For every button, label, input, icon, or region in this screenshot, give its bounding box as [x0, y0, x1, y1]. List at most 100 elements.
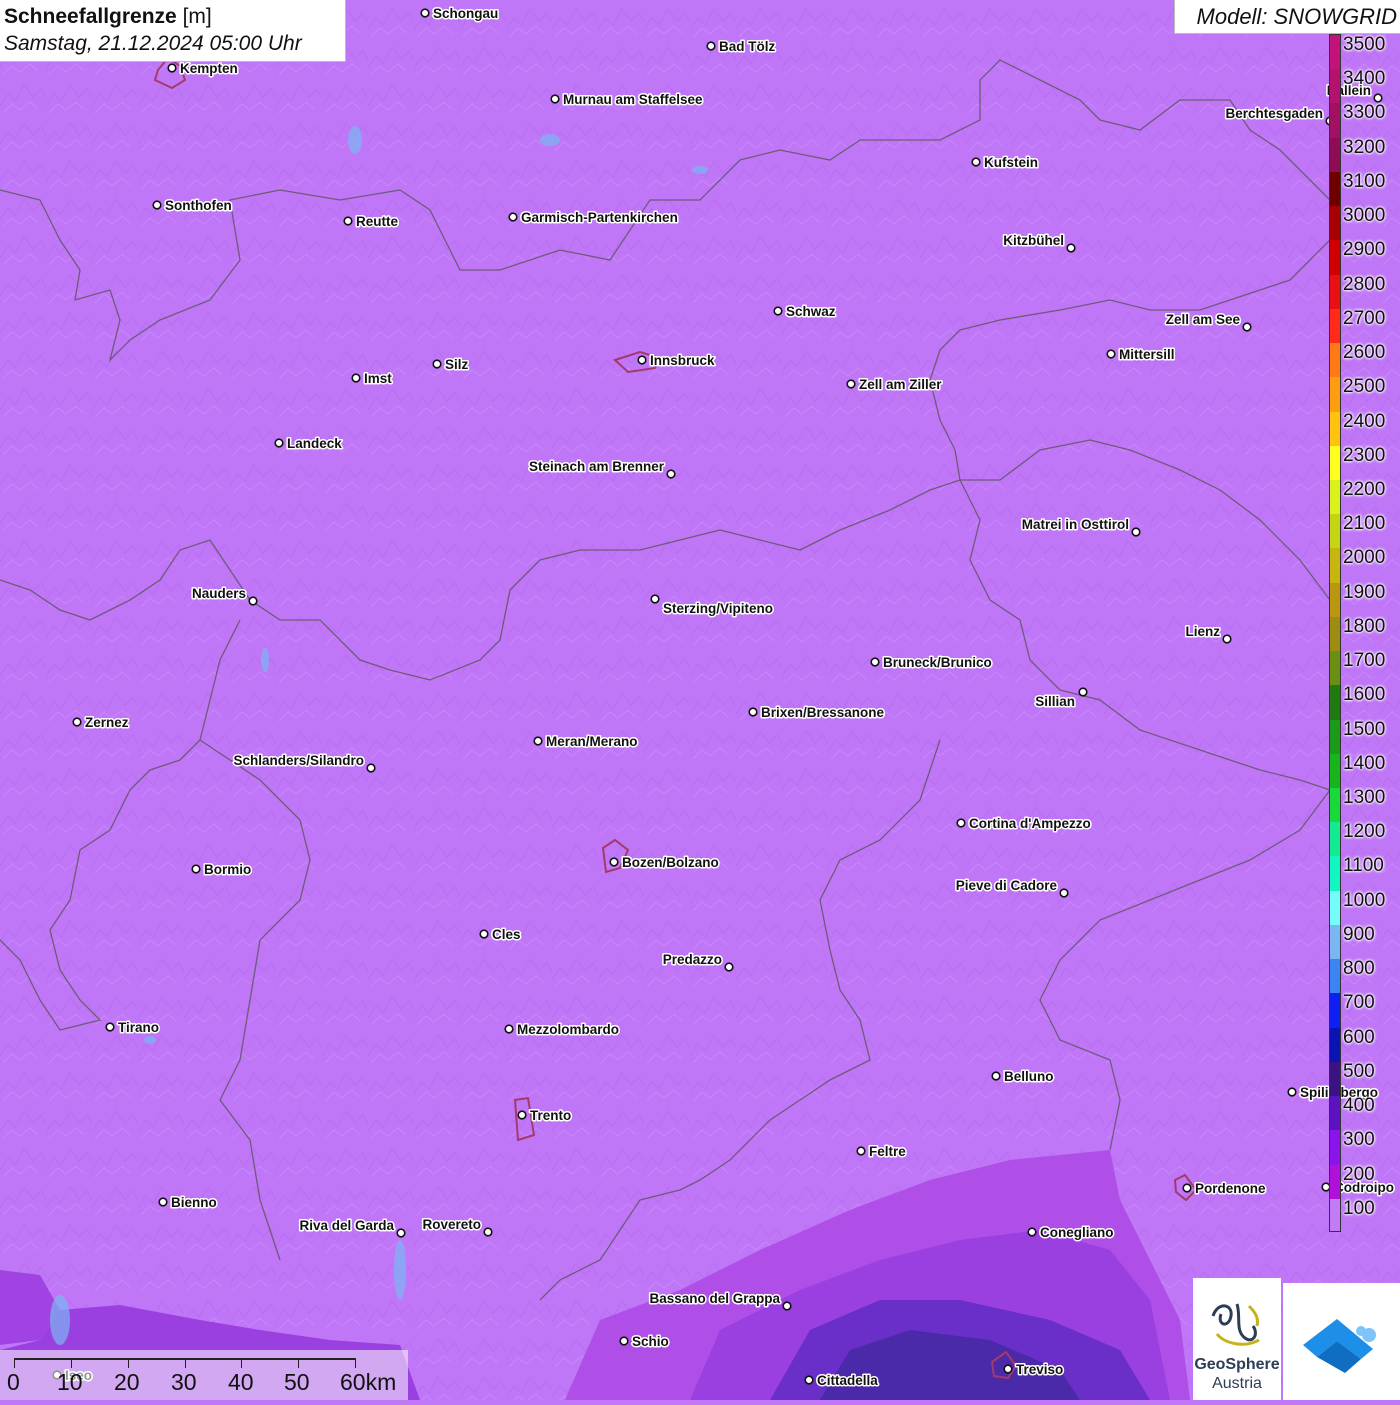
- scale-tick: [355, 1358, 356, 1368]
- scale-label: 30: [171, 1369, 197, 1395]
- legend-swatch: [1330, 1164, 1340, 1200]
- city-dot: [856, 1146, 866, 1156]
- city-dot: [504, 1024, 514, 1034]
- city-dot: [483, 1227, 493, 1237]
- city-label: Predazzo: [663, 952, 722, 967]
- model-label: Modell: SNOWGRID: [1174, 0, 1400, 34]
- scale-label: 10: [57, 1369, 83, 1395]
- city-label: Rovereto: [422, 1217, 481, 1232]
- geosphere-logo[interactable]: GeoSphere Austria: [1193, 1278, 1281, 1400]
- city-dot: [724, 962, 734, 972]
- city-label: Bruneck/Brunico: [883, 655, 992, 670]
- city-dot: [351, 373, 361, 383]
- city-marker[interactable]: Brixen/Bressanone: [748, 704, 886, 722]
- legend-swatch: [1330, 856, 1340, 892]
- city-label: Zernez: [85, 715, 129, 730]
- city-marker[interactable]: Innsbruck: [637, 352, 717, 370]
- city-marker[interactable]: Pordenone: [1182, 1180, 1267, 1198]
- legend-swatch: [1330, 719, 1340, 755]
- weather-app-logo[interactable]: [1283, 1283, 1400, 1400]
- city-marker[interactable]: Cortina d'Ampezzo: [956, 815, 1092, 833]
- city-label: Murnau am Staffelsee: [563, 92, 703, 107]
- city-dot: [609, 857, 619, 867]
- city-marker[interactable]: Zell am Ziller: [846, 376, 944, 394]
- legend-swatch: [1330, 445, 1340, 481]
- legend-swatch: [1330, 616, 1340, 652]
- legend-label: 800: [1343, 958, 1375, 980]
- legend-label: 1800: [1343, 615, 1386, 637]
- legend-label: 1600: [1343, 684, 1386, 706]
- legend-swatch: [1330, 206, 1340, 241]
- legend-swatch: [1330, 240, 1340, 276]
- city-dot: [1242, 322, 1252, 332]
- city-dot: [748, 707, 758, 717]
- city-label: Schlanders/Silandro: [233, 753, 364, 768]
- scale-tick: [241, 1358, 242, 1368]
- city-marker[interactable]: Mezzolombardo: [504, 1021, 621, 1039]
- legend-label: 2300: [1343, 444, 1386, 466]
- legend-label: 2200: [1343, 478, 1386, 500]
- city-dot: [1222, 634, 1232, 644]
- legend-swatch: [1330, 274, 1340, 310]
- city-dot: [1131, 527, 1141, 537]
- city-dot: [1059, 888, 1069, 898]
- city-dot: [248, 596, 258, 606]
- legend-label: 500: [1343, 1060, 1375, 1082]
- geosphere-emblem-icon: [1211, 1303, 1260, 1346]
- legend-label: 2000: [1343, 547, 1386, 569]
- city-marker[interactable]: Schongau: [420, 5, 500, 23]
- legend-swatch: [1330, 1096, 1340, 1131]
- legend-swatch: [1330, 103, 1340, 139]
- scale-label: 40: [228, 1369, 254, 1395]
- city-label: Silz: [445, 357, 469, 372]
- legend-swatch: [1330, 1130, 1340, 1166]
- city-label: Steinach am Brenner: [529, 459, 665, 474]
- city-marker[interactable]: Conegliano: [1027, 1224, 1115, 1242]
- city-label: Matrei in Osttirol: [1022, 517, 1129, 532]
- city-dot: [846, 379, 856, 389]
- map-canvas[interactable]: Schongau Bad Tölz Kempten Murnau am Staffel…: [0, 0, 1400, 1400]
- legend-label: 3200: [1343, 136, 1386, 158]
- city-label: Bienno: [171, 1195, 217, 1210]
- legend-label: 2700: [1343, 307, 1386, 329]
- legend-swatch: [1330, 343, 1340, 378]
- legend-label: 3300: [1343, 102, 1386, 124]
- city-marker[interactable]: Murnau am Staffelsee: [550, 91, 705, 109]
- city-label: Feltre: [869, 1144, 906, 1159]
- city-label: Mittersill: [1119, 347, 1175, 362]
- city-dot: [804, 1375, 814, 1385]
- city-label: Innsbruck: [650, 353, 715, 368]
- city-dot: [773, 306, 783, 316]
- city-dot: [343, 216, 353, 226]
- city-dot: [870, 657, 880, 667]
- city-label: Schongau: [433, 6, 498, 21]
- city-marker[interactable]: Meran/Merano: [533, 733, 639, 751]
- city-dot: [637, 355, 647, 365]
- city-dot: [105, 1022, 115, 1032]
- city-dot: [508, 212, 518, 222]
- legend-swatch: [1330, 753, 1340, 789]
- city-dot: [550, 94, 560, 104]
- city-dot: [396, 1228, 406, 1238]
- city-marker[interactable]: Sonthofen: [152, 197, 233, 215]
- legend-label: 3400: [1343, 68, 1386, 90]
- city-marker[interactable]: Garmisch-Partenkirchen: [508, 209, 679, 227]
- legend-label: 3100: [1343, 170, 1386, 192]
- legend-swatch: [1330, 479, 1340, 515]
- legend-label: 2600: [1343, 342, 1386, 364]
- legend-label: 600: [1343, 1026, 1375, 1048]
- city-marker[interactable]: Cittadella: [804, 1372, 880, 1390]
- city-label: Berchtesgaden: [1225, 106, 1323, 121]
- city-dot: [1182, 1183, 1192, 1193]
- city-label: Brixen/Bressanone: [761, 705, 885, 720]
- city-label: Bormio: [204, 862, 251, 877]
- city-marker[interactable]: Bruneck/Brunico: [870, 654, 993, 672]
- scale-tick: [185, 1358, 186, 1368]
- legend-label: 400: [1343, 1095, 1375, 1117]
- scale-tick: [71, 1358, 72, 1368]
- city-marker[interactable]: Bozen/Bolzano: [609, 854, 720, 872]
- map-datetime: Samstag, 21.12.2024 05:00 Uhr: [4, 32, 302, 55]
- city-label: Zell am Ziller: [859, 377, 942, 392]
- legend-swatch: [1330, 548, 1340, 584]
- legend-label: 2100: [1343, 513, 1386, 535]
